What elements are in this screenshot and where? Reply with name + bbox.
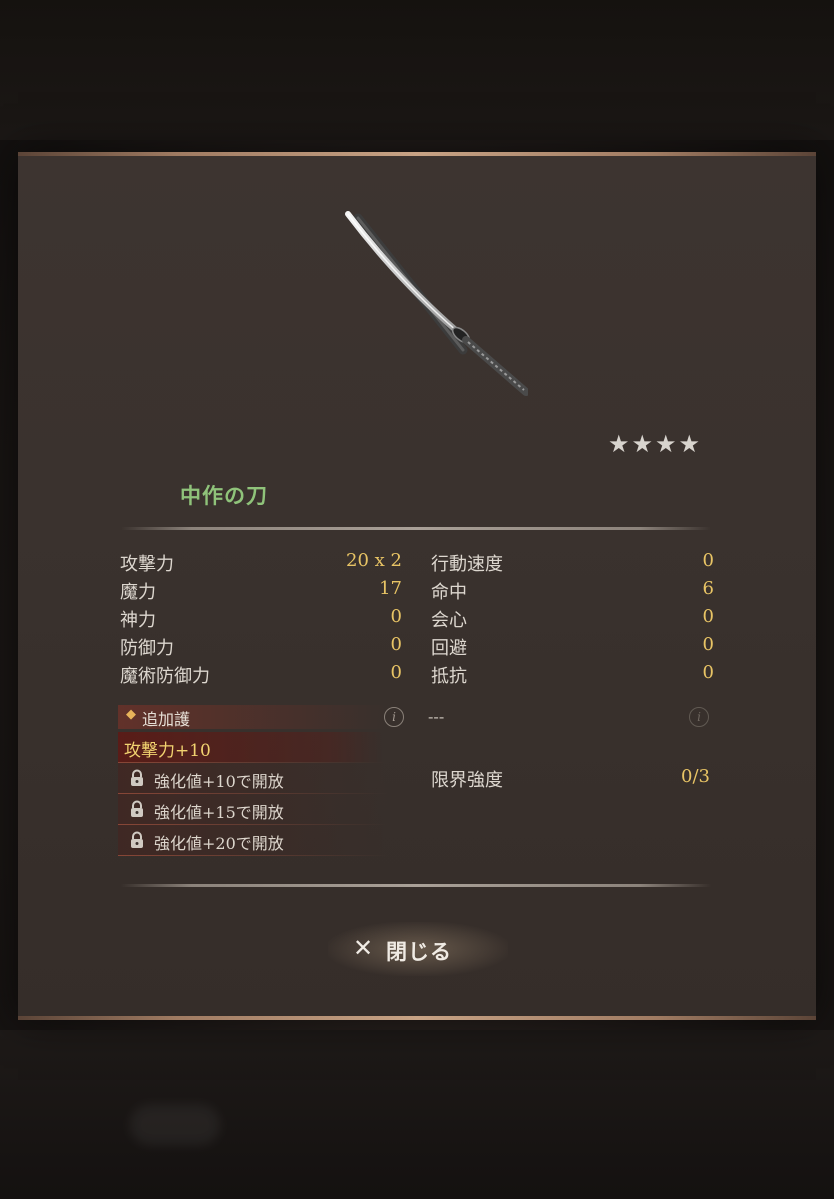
stat-row-speed: 行動速度 0 [431,550,714,576]
stat-row-divine: 神力 0 [120,606,402,632]
locked-slot-label: 強化値+10で開放 [154,772,284,791]
stat-label: 魔術防御力 [120,666,210,687]
panel-bottom-border [18,1016,816,1020]
bonus-attack-text: 攻撃力+10 [124,741,211,761]
stat-label: 神力 [120,610,156,631]
stat-value: 0 [702,662,714,683]
stat-value: 0 [702,634,714,655]
stat-value: 0 [390,662,402,683]
extra-protection-header: ◆ 追加護 [118,705,388,729]
rarity-stars: ★★★★ [608,430,703,458]
close-button-label: 閉じる [386,939,452,964]
info-icon-disabled: i [689,707,709,727]
stat-label: 回避 [431,638,467,659]
stat-label: 攻撃力 [120,554,174,575]
item-name: 中作の刀 [180,483,268,508]
stat-row-magic: 魔力 17 [120,578,402,604]
stat-label: 防御力 [120,638,174,659]
extra-right-placeholder: --- [428,707,445,726]
lock-icon [131,800,143,817]
background-bottom [0,1030,834,1199]
stat-value: 0 [702,606,714,627]
divider-bottom [121,884,711,887]
stat-value: 17 [379,578,402,599]
stat-row-evasion: 回避 0 [431,634,714,660]
stat-value: 0 [390,606,402,627]
stat-label: 抵抗 [431,666,467,687]
stat-row-attack: 攻撃力 20 x 2 [120,550,402,576]
katana-icon [345,211,528,396]
stat-row-critical: 会心 0 [431,606,714,632]
background-top [0,0,834,140]
locked-slot: 強化値+10で開放 [118,763,388,793]
stat-label: 行動速度 [431,554,503,575]
item-detail-panel: ★★★★ 中作の刀 攻撃力 20 x 2 魔力 17 神力 0 防御力 0 魔術… [18,152,816,1020]
locked-slot: 強化値+15で開放 [118,794,388,824]
divider-top [121,527,711,530]
limit-strength-value: 0/3 [681,766,710,787]
close-button[interactable]: ✕ 閉じる [328,922,508,976]
stat-value: 6 [702,578,714,599]
locked-slot: 強化値+20で開放 [118,825,388,855]
locked-slot-label: 強化値+15で開放 [154,803,284,822]
background-blur-element [130,1105,220,1145]
stat-row-resistance: 抵抗 0 [431,662,714,688]
stat-value: 0 [702,550,714,571]
stat-value: 20 x 2 [346,550,402,571]
diamond-icon: ◆ [126,707,136,722]
stat-row-defense: 防御力 0 [120,634,402,660]
stat-label: 命中 [431,582,467,603]
stat-label: 会心 [431,610,467,631]
stat-value: 0 [390,634,402,655]
close-icon: ✕ [353,934,374,962]
stat-row-accuracy: 命中 6 [431,578,714,604]
stat-row-magic-defense: 魔術防御力 0 [120,662,402,688]
lock-icon [131,831,143,848]
extra-protection-title: 追加護 [142,710,191,729]
panel-top-border [18,152,816,156]
limit-strength-label: 限界強度 [431,770,503,791]
row-divider [118,855,388,856]
lock-icon [131,769,143,786]
locked-slot-label: 強化値+20で開放 [154,834,284,853]
info-icon[interactable]: i [384,707,404,727]
bonus-attack: 攻撃力+10 [118,732,383,762]
stat-label: 魔力 [120,582,156,603]
